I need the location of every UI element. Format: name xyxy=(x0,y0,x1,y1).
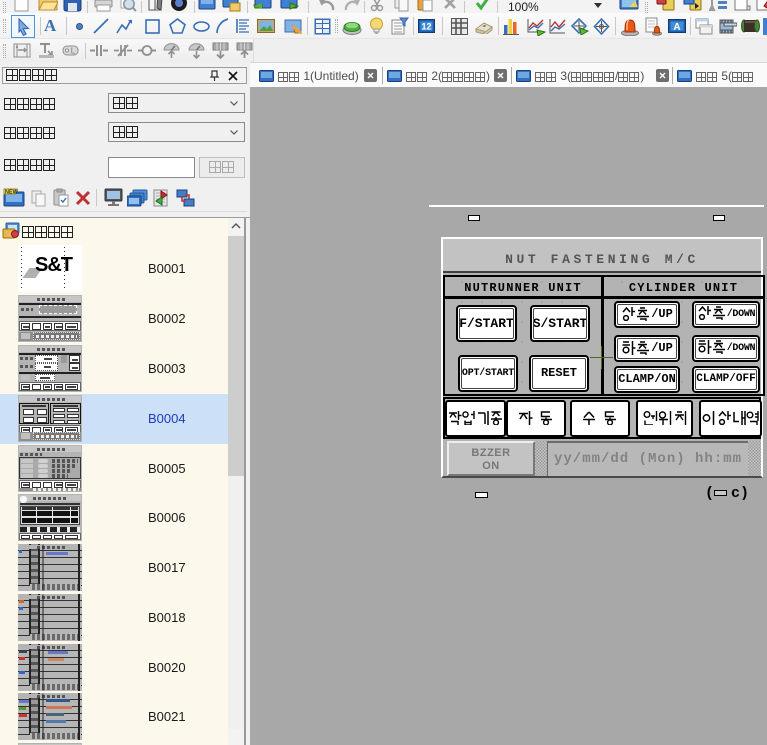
svg-text:12: 12 xyxy=(421,22,431,32)
svg-text:NEW: NEW xyxy=(5,190,19,196)
svg-text:L: L xyxy=(71,47,76,56)
svg-text:A: A xyxy=(673,22,680,33)
